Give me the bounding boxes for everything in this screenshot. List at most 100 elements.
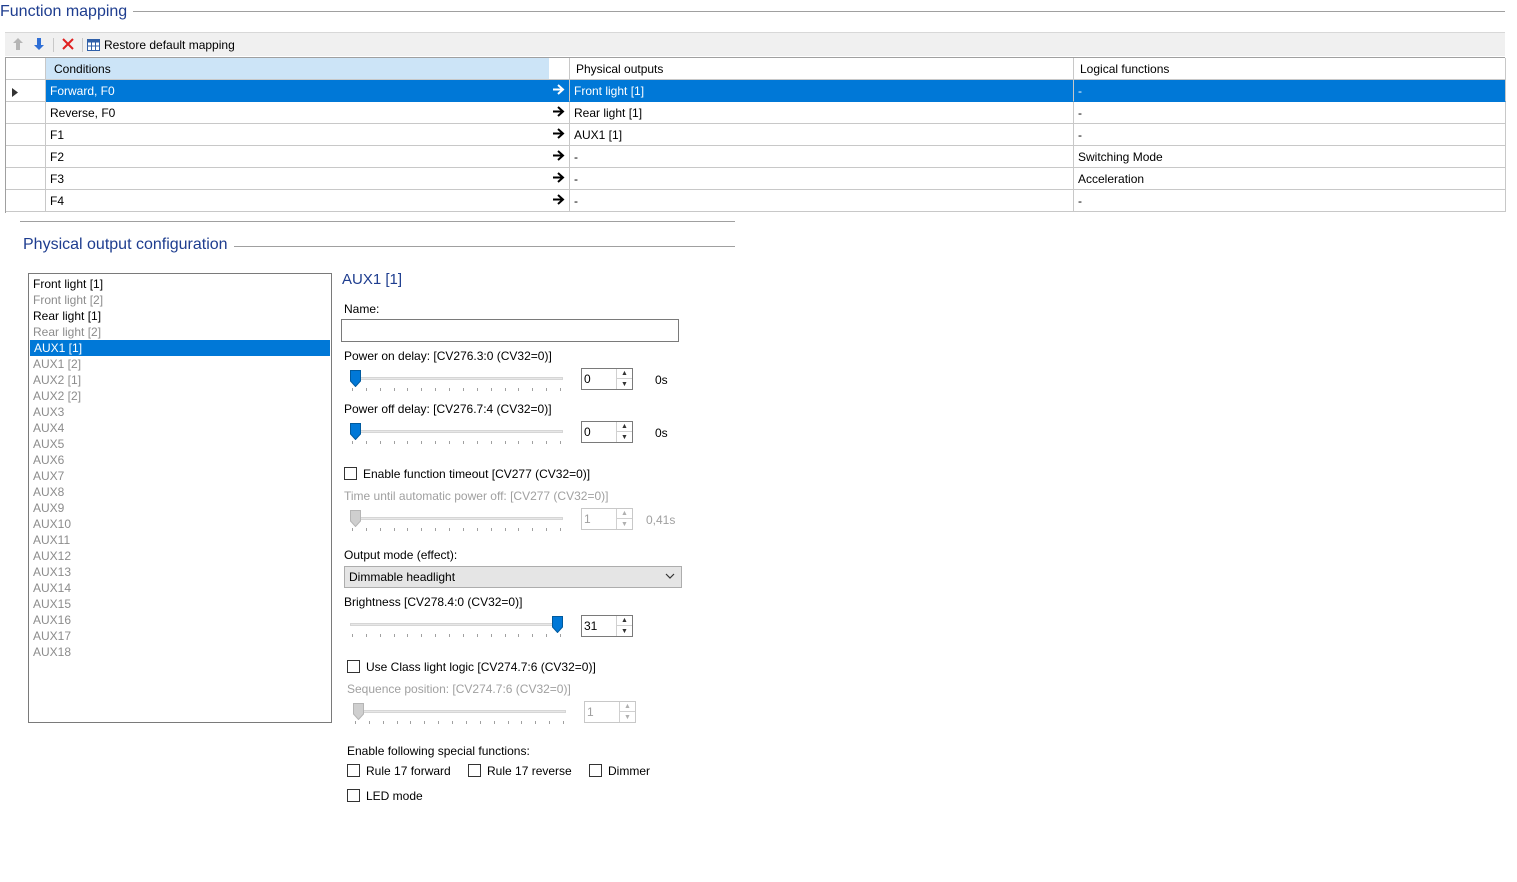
logical-cell[interactable]: Acceleration (1074, 168, 1506, 190)
sequence-slider-ticks (355, 721, 564, 725)
column-header-logical-functions[interactable]: Logical functions (1074, 58, 1506, 80)
row-header[interactable] (6, 168, 46, 190)
list-item[interactable]: AUX4 (29, 420, 331, 436)
output-cell[interactable]: AUX1 [1] (570, 124, 1074, 146)
list-item[interactable]: AUX18 (29, 644, 331, 660)
move-down-button[interactable] (31, 35, 47, 55)
mapping-toolbar: Restore default mapping (5, 32, 1505, 56)
table-row[interactable]: Reverse, F0 Rear light [1] - (6, 102, 1506, 124)
row-header[interactable] (6, 146, 46, 168)
list-item[interactable]: AUX17 (29, 628, 331, 644)
row-header[interactable] (6, 190, 46, 212)
row-header[interactable] (6, 102, 46, 124)
output-mode-select[interactable]: Dimmable headlight (344, 566, 682, 588)
output-cell[interactable]: - (570, 146, 1074, 168)
logical-text: - (1078, 128, 1082, 142)
logical-text: - (1078, 106, 1082, 120)
power-on-spinbox[interactable]: 0 ▲ ▼ (581, 368, 633, 390)
list-item[interactable]: Front light [2] (29, 292, 331, 308)
spin-down-icon[interactable]: ▼ (617, 626, 632, 636)
list-item[interactable]: AUX1 [2] (29, 356, 331, 372)
brightness-slider-thumb[interactable] (552, 616, 563, 634)
restore-default-label: Restore default mapping (104, 38, 235, 52)
rule17-forward-checkbox[interactable] (347, 764, 360, 777)
spin-up-icon[interactable]: ▲ (617, 422, 632, 432)
function-timeout-checkbox[interactable] (344, 467, 357, 480)
table-row[interactable]: F4 - - (6, 190, 1506, 212)
physical-output-list[interactable]: Front light [1] Front light [2] Rear light… (28, 273, 332, 723)
condition-cell[interactable]: F2 (46, 146, 570, 168)
power-on-slider-thumb[interactable] (350, 370, 361, 388)
spin-up-icon[interactable]: ▲ (617, 616, 632, 626)
power-off-value: 0 (584, 425, 591, 439)
dimmer-checkbox[interactable] (589, 764, 602, 777)
list-item[interactable]: AUX13 (29, 564, 331, 580)
logical-cell[interactable]: Switching Mode (1074, 146, 1506, 168)
brightness-spinbox[interactable]: 31 ▲ ▼ (581, 615, 633, 637)
column-header-conditions[interactable]: Conditions (46, 58, 570, 80)
list-item[interactable]: Rear light [2] (29, 324, 331, 340)
move-up-button[interactable] (10, 35, 26, 55)
list-item[interactable]: AUX7 (29, 468, 331, 484)
arrow-right-icon (553, 193, 565, 208)
table-row[interactable]: Forward, F0 Front light [1] - (6, 80, 1506, 102)
delete-button[interactable] (59, 35, 77, 55)
restore-default-button[interactable]: Restore default mapping (87, 35, 247, 55)
list-item[interactable]: AUX8 (29, 484, 331, 500)
list-item[interactable]: AUX10 (29, 516, 331, 532)
list-item[interactable]: AUX6 (29, 452, 331, 468)
list-item[interactable]: AUX15 (29, 596, 331, 612)
row-header-corner (6, 58, 46, 80)
table-row[interactable]: F1 AUX1 [1] - (6, 124, 1506, 146)
logical-cell[interactable]: - (1074, 102, 1506, 124)
list-item[interactable]: AUX12 (29, 548, 331, 564)
list-item[interactable]: AUX1 [1] (30, 340, 330, 356)
output-cell[interactable]: - (570, 168, 1074, 190)
output-cell[interactable]: Rear light [1] (570, 102, 1074, 124)
output-text: AUX1 [1] (574, 128, 623, 142)
list-item[interactable]: AUX9 (29, 500, 331, 516)
list-item[interactable]: AUX16 (29, 612, 331, 628)
list-item[interactable]: AUX3 (29, 404, 331, 420)
condition-text: Forward, F0 (50, 84, 115, 98)
row-header[interactable] (6, 80, 46, 102)
list-item[interactable]: AUX2 [1] (29, 372, 331, 388)
led-mode-checkbox[interactable] (347, 789, 360, 802)
logical-cell[interactable]: - (1074, 124, 1506, 146)
list-item[interactable]: AUX14 (29, 580, 331, 596)
column-header-label: Physical outputs (576, 62, 664, 76)
class-light-checkbox[interactable] (347, 660, 360, 673)
output-mode-value: Dimmable headlight (349, 570, 456, 584)
list-item[interactable]: AUX11 (29, 532, 331, 548)
row-header[interactable] (6, 124, 46, 146)
list-item[interactable]: AUX5 (29, 436, 331, 452)
name-input[interactable] (341, 319, 679, 342)
condition-cell[interactable]: F3 (46, 168, 570, 190)
brightness-slider-track[interactable] (350, 623, 563, 626)
output-text: - (574, 150, 578, 164)
output-cell[interactable]: - (570, 190, 1074, 212)
output-cell[interactable]: Front light [1] (570, 80, 1074, 102)
condition-cell[interactable]: Forward, F0 (46, 80, 570, 102)
rule17-reverse-checkbox[interactable] (468, 764, 481, 777)
list-item[interactable]: Rear light [1] (29, 308, 331, 324)
spin-down-icon[interactable]: ▼ (617, 432, 632, 442)
list-item[interactable]: Front light [1] (29, 276, 331, 292)
logical-cell[interactable]: - (1074, 80, 1506, 102)
spin-up-icon[interactable]: ▲ (617, 369, 632, 379)
power-off-spinbox[interactable]: 0 ▲ ▼ (581, 421, 633, 443)
spin-down-icon[interactable]: ▼ (617, 379, 632, 389)
list-item[interactable]: AUX2 [2] (29, 388, 331, 404)
condition-cell[interactable]: Reverse, F0 (46, 102, 570, 124)
power-off-slider-track[interactable] (350, 430, 563, 433)
condition-cell[interactable]: F1 (46, 124, 570, 146)
column-header-physical-outputs[interactable]: Physical outputs (570, 58, 1074, 80)
power-on-slider-track[interactable] (350, 377, 563, 380)
table-row[interactable]: F2 - Switching Mode (6, 146, 1506, 168)
output-text: - (574, 194, 578, 208)
logical-cell[interactable]: - (1074, 190, 1506, 212)
table-row[interactable]: F3 - Acceleration (6, 168, 1506, 190)
auto-off-spinbox: 1 ▲ ▼ (581, 508, 633, 530)
power-off-slider-thumb[interactable] (350, 423, 361, 441)
condition-cell[interactable]: F4 (46, 190, 570, 212)
